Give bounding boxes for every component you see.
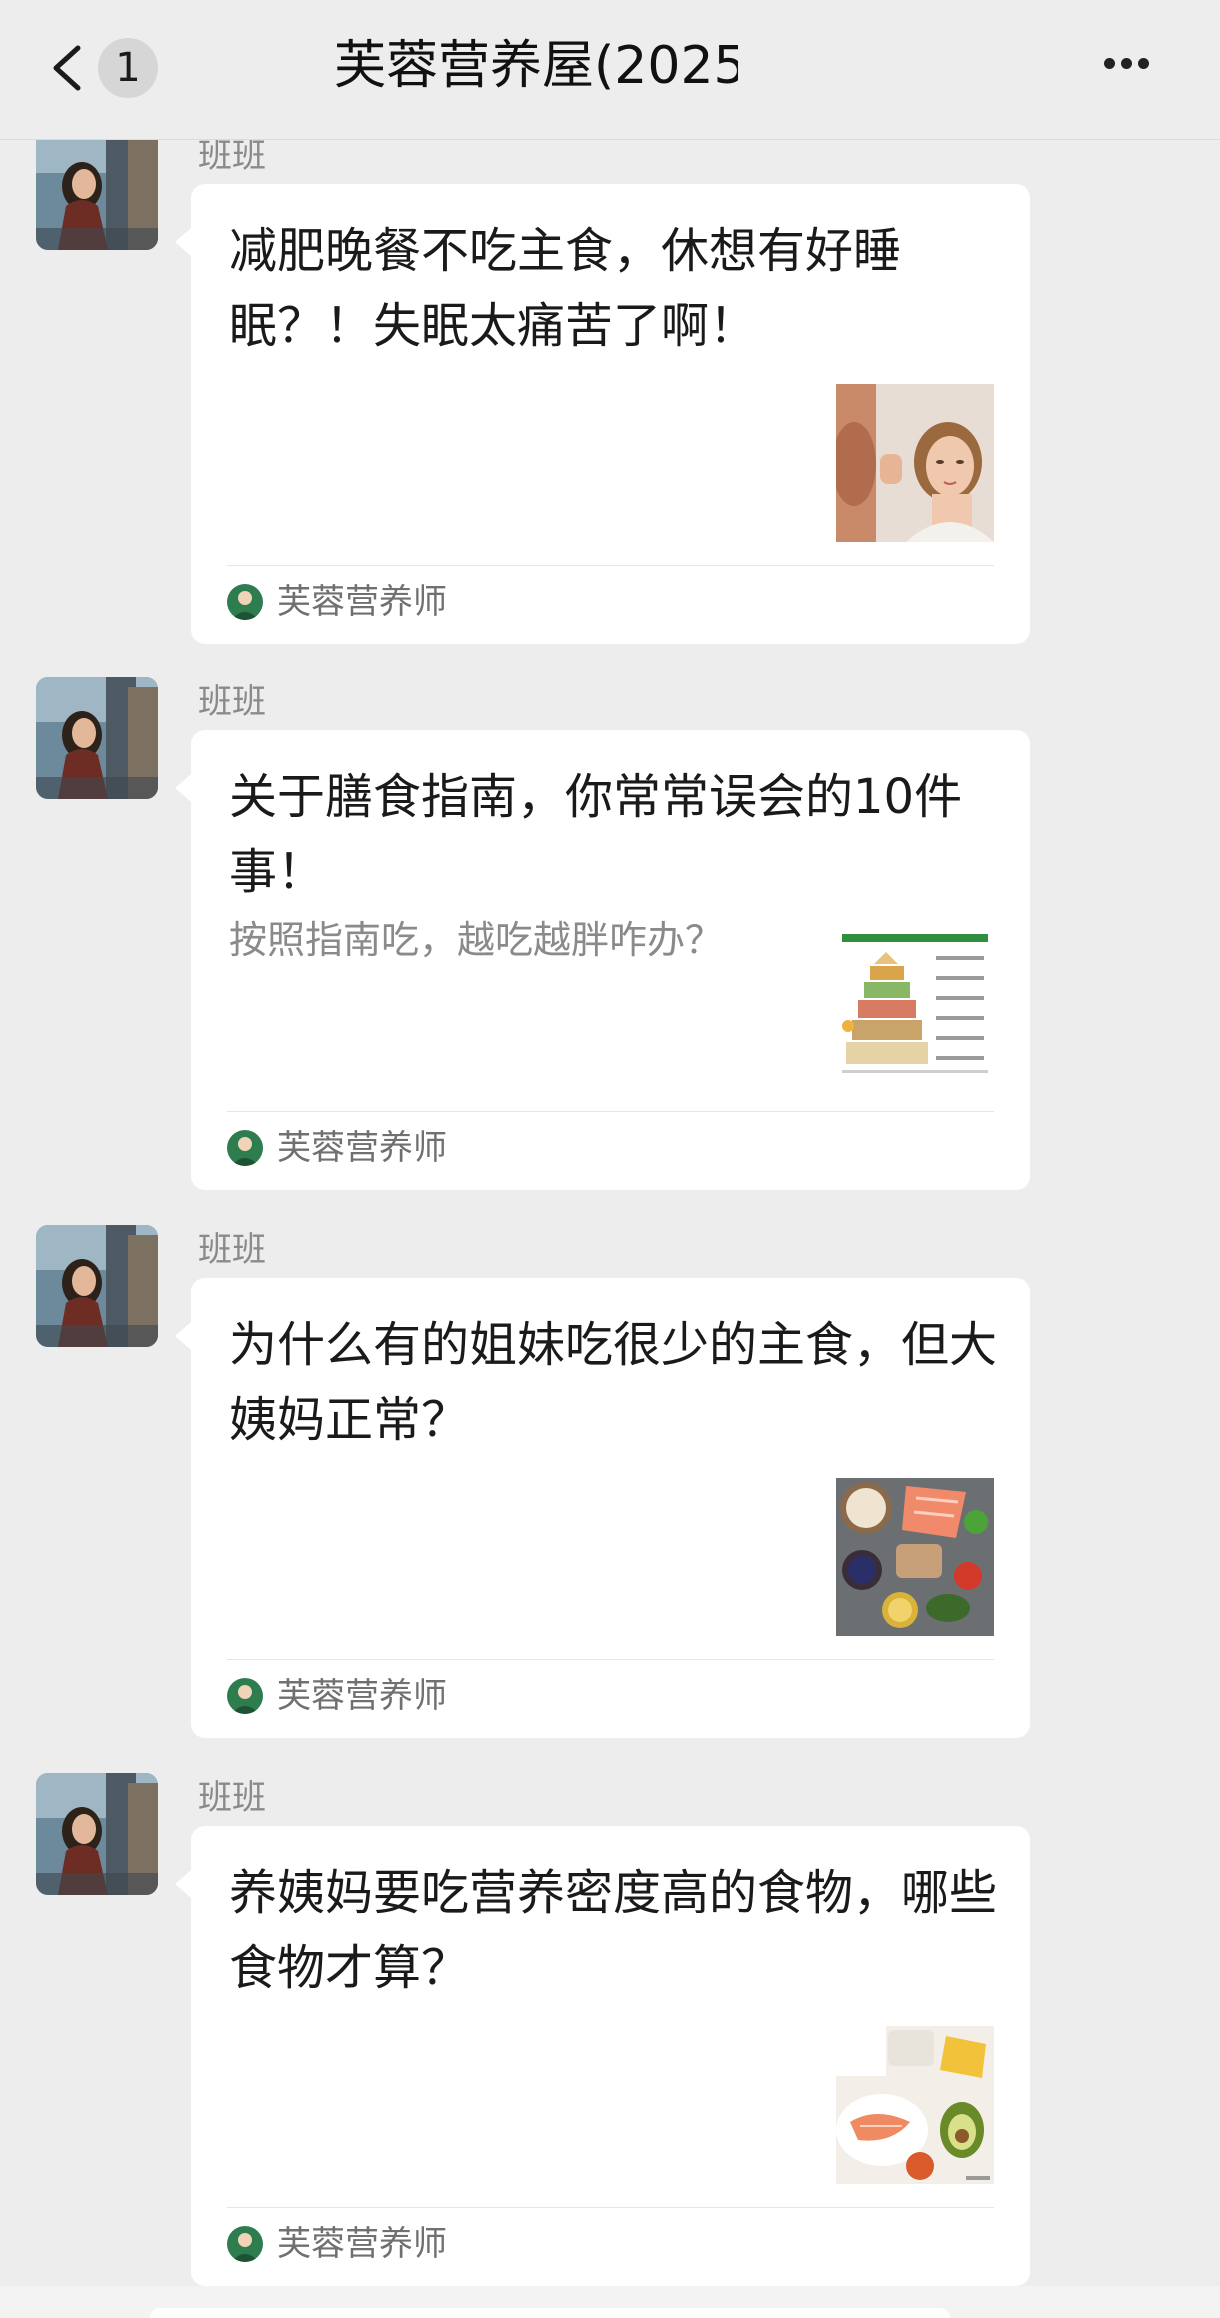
article-description: 按照指南吃，越吃越胖咋办？ [229, 918, 724, 962]
message-input[interactable] [150, 2308, 950, 2318]
source-avatar-icon [227, 1130, 263, 1166]
unread-count-badge[interactable]: 1 [98, 38, 158, 98]
article-title: 为什么有的姐妹吃很少的主食，但大姨妈正常？ [229, 1317, 998, 1448]
chevron-left-icon [53, 45, 81, 91]
input-bar [0, 2286, 1220, 2318]
dot-icon [1138, 58, 1149, 69]
card-divider [227, 565, 994, 566]
article-card[interactable]: 减肥晚餐不吃主食，休想有好睡眠？！失眠太痛苦了啊！ 芙蓉营养师 [175, 184, 1030, 644]
source-name: 芙蓉营养师 [277, 1676, 447, 1716]
chat-message: 班班 养姨妈要吃营养密度高的食物，哪些食物才算？ 芙蓉营养师 [0, 1756, 1220, 2286]
article-card[interactable]: 为什么有的姐妹吃很少的主食，但大姨妈正常？ 芙蓉营养师 [175, 1278, 1030, 1738]
dot-icon [1104, 58, 1115, 69]
chat-screen: 1 芙蓉营养屋(2025 班班 减肥晚餐不吃主食，休想有好睡眠？！失眠太痛苦了啊… [0, 0, 1220, 2318]
sender-name: 班班 [198, 136, 266, 176]
avatar-photo-icon [36, 1225, 158, 1347]
woman-skincare-thumbnail-icon [836, 384, 994, 542]
article-thumbnail [836, 2026, 994, 2184]
sender-name: 班班 [198, 1778, 266, 1818]
avatar-photo-icon [36, 677, 158, 799]
article-thumbnail [836, 384, 994, 542]
chat-title: 芙蓉营养屋(2025 [334, 36, 738, 96]
source-name: 芙蓉营养师 [277, 1128, 447, 1168]
source-name: 芙蓉营养师 [277, 2224, 447, 2264]
sender-name: 班班 [198, 1230, 266, 1270]
dot-icon [1121, 58, 1132, 69]
healthy-food-thumbnail-icon [836, 1478, 994, 1636]
card-divider [227, 1659, 994, 1660]
sender-name: 班班 [198, 682, 266, 722]
source-avatar-icon [227, 584, 263, 620]
card-divider [227, 2207, 994, 2208]
source-name: 芙蓉营养师 [277, 582, 447, 622]
article-card[interactable]: 养姨妈要吃营养密度高的食物，哪些食物才算？ 芙蓉营养师 [175, 1826, 1030, 2286]
avatar-photo-icon [36, 1773, 158, 1895]
card-divider [227, 1111, 994, 1112]
chat-header: 1 芙蓉营养屋(2025 [0, 0, 1220, 140]
article-thumbnail [836, 930, 994, 1088]
chat-message: 班班 为什么有的姐妹吃很少的主食，但大姨妈正常？ 芙蓉营养师 [0, 1208, 1220, 1748]
article-card[interactable]: 关于膳食指南，你常常误会的10件事！ 按照指南吃，越吃越胖咋办？ 芙蓉营养师 [175, 730, 1030, 1190]
avatar[interactable] [36, 1773, 158, 1895]
avatar[interactable] [36, 128, 158, 250]
back-button[interactable] [44, 36, 92, 100]
article-title: 养姨妈要吃营养密度高的食物，哪些食物才算？ [229, 1865, 998, 1996]
avatar[interactable] [36, 1225, 158, 1347]
article-title: 减肥晚餐不吃主食，休想有好睡眠？！失眠太痛苦了啊！ [229, 223, 902, 354]
more-options-button[interactable] [1104, 54, 1160, 78]
nutrient-food-thumbnail-icon [836, 2026, 994, 2184]
source-avatar-icon [227, 2226, 263, 2262]
article-title: 关于膳食指南，你常常误会的10件事！ [229, 769, 963, 900]
source-avatar-icon [227, 1678, 263, 1714]
article-thumbnail [836, 1478, 994, 1636]
chat-message: 班班 关于膳食指南，你常常误会的10件事！ 按照指南吃，越吃越胖咋办？ 芙蓉营养… [0, 660, 1220, 1200]
avatar-photo-icon [36, 128, 158, 250]
food-pyramid-thumbnail-icon [836, 930, 994, 1088]
avatar[interactable] [36, 677, 158, 799]
